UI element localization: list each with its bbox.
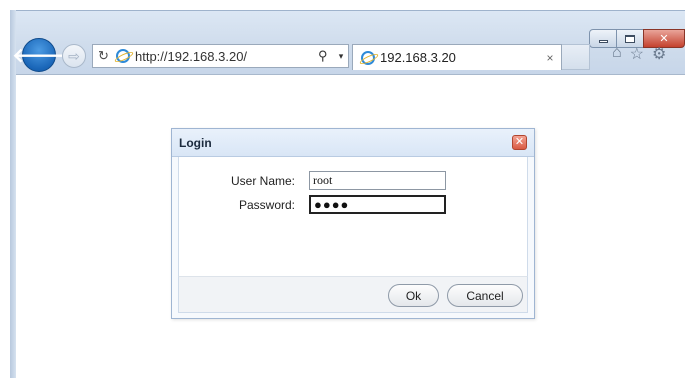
new-tab-button[interactable] [562,44,590,70]
forward-arrow-icon: ⇨ [68,47,80,64]
refresh-icon[interactable]: ↻ [98,48,112,64]
password-label: Password: [238,197,295,212]
username-row: User Name: root [179,171,446,190]
restore-icon [625,34,635,43]
ie-page-icon [361,50,375,65]
dialog-close-button[interactable]: ✕ [512,135,527,150]
dialog-title: Login [179,135,212,150]
password-field[interactable]: ●●●● [309,195,446,214]
address-bar[interactable]: ↻ http://192.168.3.20/ ⚲ ▾ [92,44,349,68]
dialog-body: User Name: root Password: ●●●● [178,157,528,276]
chevron-down-icon[interactable]: ▾ [334,51,348,62]
dialog-footer: Ok Cancel [178,276,528,313]
tab-title: 192.168.3.20 [380,50,456,65]
login-dialog: Login ✕ User Name: root Password: ●●●● O… [171,128,535,319]
tab-close-icon[interactable]: × [539,51,561,65]
username-field[interactable]: root [309,171,446,190]
dialog-header: Login ✕ [172,129,534,157]
browser-tab[interactable]: 192.168.3.20 × [352,44,562,70]
close-icon: ✕ [514,136,525,148]
browser-toolbar: ⌂ ☆ ⚙ [612,44,666,64]
ok-button[interactable]: Ok [388,284,439,307]
favorites-star-icon[interactable]: ☆ [630,44,644,64]
gear-icon[interactable]: ⚙ [652,44,666,64]
forward-button[interactable]: ⇨ [62,44,86,68]
password-row: Password: ●●●● [179,195,446,214]
ie-page-icon [116,49,130,63]
search-icon[interactable]: ⚲ [318,48,334,64]
username-label: User Name: [230,173,295,188]
back-button[interactable]: 🡐 [12,38,66,72]
home-icon[interactable]: ⌂ [612,44,622,64]
back-arrow-icon: 🡐 [12,44,66,67]
url-text[interactable]: http://192.168.3.20/ [135,49,318,64]
minimize-icon [598,40,608,43]
cancel-button[interactable]: Cancel [447,284,523,307]
